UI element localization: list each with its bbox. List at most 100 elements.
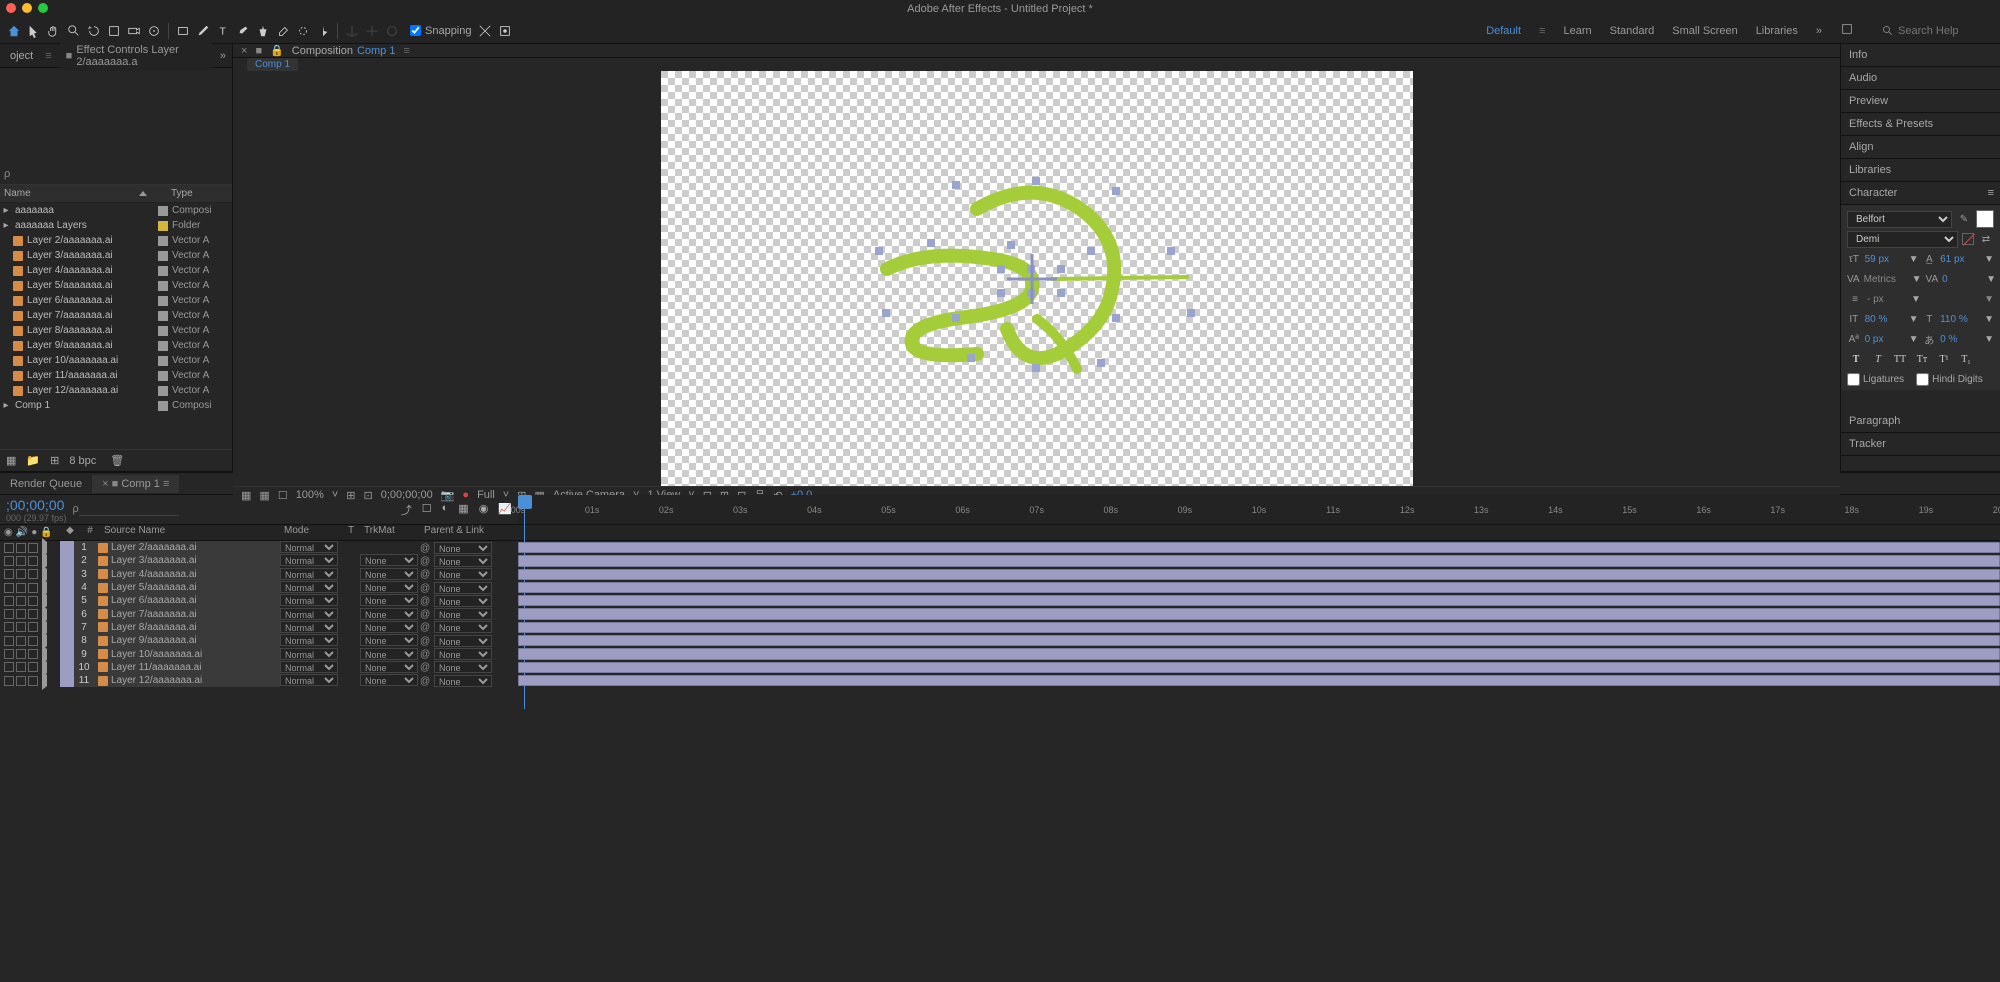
rotation-tool[interactable] [105, 22, 123, 40]
search-help[interactable] [1882, 25, 1988, 37]
audio-toggle[interactable] [16, 636, 26, 646]
ligatures-checkbox[interactable]: Ligatures [1847, 373, 1904, 386]
tracking-input[interactable] [1942, 274, 1982, 285]
panel-more-icon[interactable]: » [220, 50, 226, 62]
zoom-level[interactable]: 100% [296, 489, 324, 501]
project-item[interactable]: Layer 3/aaaaaaa.aiVector A [0, 248, 232, 263]
label-swatch[interactable] [158, 311, 168, 321]
layer-duration-bar[interactable] [518, 648, 2000, 659]
hand-tool[interactable] [45, 22, 63, 40]
brush-tool[interactable] [234, 22, 252, 40]
video-toggle[interactable] [4, 636, 14, 646]
channel-icon[interactable]: ● [462, 489, 469, 501]
parent-dropdown[interactable]: None [434, 595, 492, 607]
font-style-dropdown[interactable]: Demi [1847, 231, 1958, 248]
canvas-area[interactable] [233, 71, 1840, 486]
mask-icon[interactable]: ☐ [278, 489, 288, 502]
audio-panel-tab[interactable]: Audio [1841, 67, 2000, 90]
video-toggle[interactable] [4, 676, 14, 686]
lock-toggle-icon[interactable]: 🔒 [40, 527, 52, 538]
label-swatch[interactable] [158, 206, 168, 216]
baseline-input[interactable] [1865, 334, 1905, 345]
smallcaps-button[interactable]: Tᴛ [1913, 351, 1931, 367]
stroke-width-input[interactable] [1867, 294, 1907, 305]
trkmat-dropdown[interactable]: None [360, 581, 418, 593]
av-toggle-icon[interactable]: ◉ [4, 527, 13, 538]
label-swatch[interactable] [158, 281, 168, 291]
pickwhip-icon[interactable]: @ [420, 596, 430, 606]
label-swatch[interactable] [158, 236, 168, 246]
col-trkmat[interactable]: TrkMat [360, 525, 420, 540]
parent-dropdown[interactable]: None [434, 608, 492, 620]
close-tab-icon[interactable]: × [241, 45, 247, 57]
col-mode[interactable]: Mode [280, 525, 342, 540]
pen-tool[interactable] [194, 22, 212, 40]
label-swatch[interactable] [158, 371, 168, 381]
label-swatch[interactable] [158, 326, 168, 336]
workspace-small-screen[interactable]: Small Screen [1672, 25, 1737, 37]
label-col-icon[interactable]: ◆ [66, 525, 74, 536]
draft3d-icon[interactable]: ☐ [422, 502, 432, 518]
roto-brush-tool[interactable] [294, 22, 312, 40]
video-toggle[interactable] [4, 649, 14, 659]
delete-icon[interactable]: 🗑 [110, 454, 124, 467]
label-color[interactable] [60, 568, 74, 581]
audio-toggle[interactable] [16, 583, 26, 593]
composition-tab[interactable]: Composition Comp 1 [292, 45, 396, 57]
col-type[interactable]: Type [167, 188, 232, 199]
project-item[interactable]: Layer 11/aaaaaaa.aiVector A [0, 368, 232, 383]
transparency-grid-icon[interactable]: ▦ [259, 489, 269, 502]
layer-duration-bar[interactable] [518, 622, 2000, 633]
solo-toggle-icon[interactable]: ● [31, 527, 37, 538]
current-time[interactable]: ;00;00;00 [6, 497, 67, 513]
solo-toggle[interactable] [28, 596, 38, 606]
label-swatch[interactable] [158, 341, 168, 351]
search-help-input[interactable] [1898, 25, 1988, 37]
pickwhip-icon[interactable]: @ [420, 636, 430, 646]
time-ruler[interactable]: 00s01s02s03s04s05s06s07s08s09s10s11s12s1… [518, 495, 2000, 524]
project-item[interactable]: Layer 7/aaaaaaa.aiVector A [0, 308, 232, 323]
blend-mode-dropdown[interactable]: Normal [280, 594, 338, 606]
project-search[interactable]: ρ [0, 163, 232, 185]
label-color[interactable] [60, 554, 74, 567]
solo-toggle[interactable] [28, 556, 38, 566]
always-preview-icon[interactable]: ▦ [241, 489, 251, 502]
zoom-tool[interactable] [65, 22, 83, 40]
pickwhip-icon[interactable]: @ [420, 609, 430, 619]
selection-tool[interactable] [25, 22, 43, 40]
home-button[interactable] [5, 22, 23, 40]
audio-toggle[interactable] [16, 649, 26, 659]
viewer-timecode[interactable]: 0;00;00;00 [381, 489, 433, 501]
kerning-input[interactable] [1864, 274, 1908, 285]
leading-input[interactable] [1940, 254, 1980, 265]
effect-controls-tab[interactable]: ■Effect Controls Layer 2/aaaaaaa.a [60, 41, 212, 71]
timeline-layer-row[interactable]: 10Layer 11/aaaaaaa.aiNormalNone@None [0, 661, 2000, 674]
workspace-learn[interactable]: Learn [1563, 25, 1591, 37]
sync-icon[interactable] [1840, 22, 1854, 39]
stroke-color-swatch[interactable] [1962, 233, 1974, 245]
pan-behind-tool[interactable] [145, 22, 163, 40]
pickwhip-icon[interactable]: @ [420, 583, 430, 593]
italic-button[interactable]: T [1869, 351, 1887, 367]
solo-toggle[interactable] [28, 583, 38, 593]
timeline-comp-tab[interactable]: × ■ Comp 1 ≡ [92, 475, 179, 493]
parent-dropdown[interactable]: None [434, 675, 492, 687]
solo-toggle[interactable] [28, 569, 38, 579]
workspace-default[interactable]: Default [1486, 25, 1521, 37]
project-item[interactable]: Layer 12/aaaaaaa.aiVector A [0, 383, 232, 398]
resolution-icon[interactable]: ⊞ [346, 489, 355, 502]
local-axis-button[interactable] [343, 22, 361, 40]
label-color[interactable] [60, 581, 74, 594]
trkmat-dropdown[interactable]: None [360, 621, 418, 633]
blend-mode-dropdown[interactable]: Normal [280, 661, 338, 673]
trkmat-dropdown[interactable]: None [360, 608, 418, 620]
col-source[interactable]: Source Name [100, 525, 280, 540]
resolution-dropdown[interactable]: Full [477, 489, 495, 501]
timeline-layer-row[interactable]: 11Layer 12/aaaaaaa.aiNormalNone@None [0, 674, 2000, 687]
pickwhip-icon[interactable]: @ [420, 556, 430, 566]
pickwhip-icon[interactable]: @ [420, 676, 430, 686]
video-toggle[interactable] [4, 569, 14, 579]
label-color[interactable] [60, 541, 74, 554]
menu-icon[interactable]: ≡ [1539, 25, 1545, 37]
composition-canvas[interactable] [661, 71, 1413, 486]
